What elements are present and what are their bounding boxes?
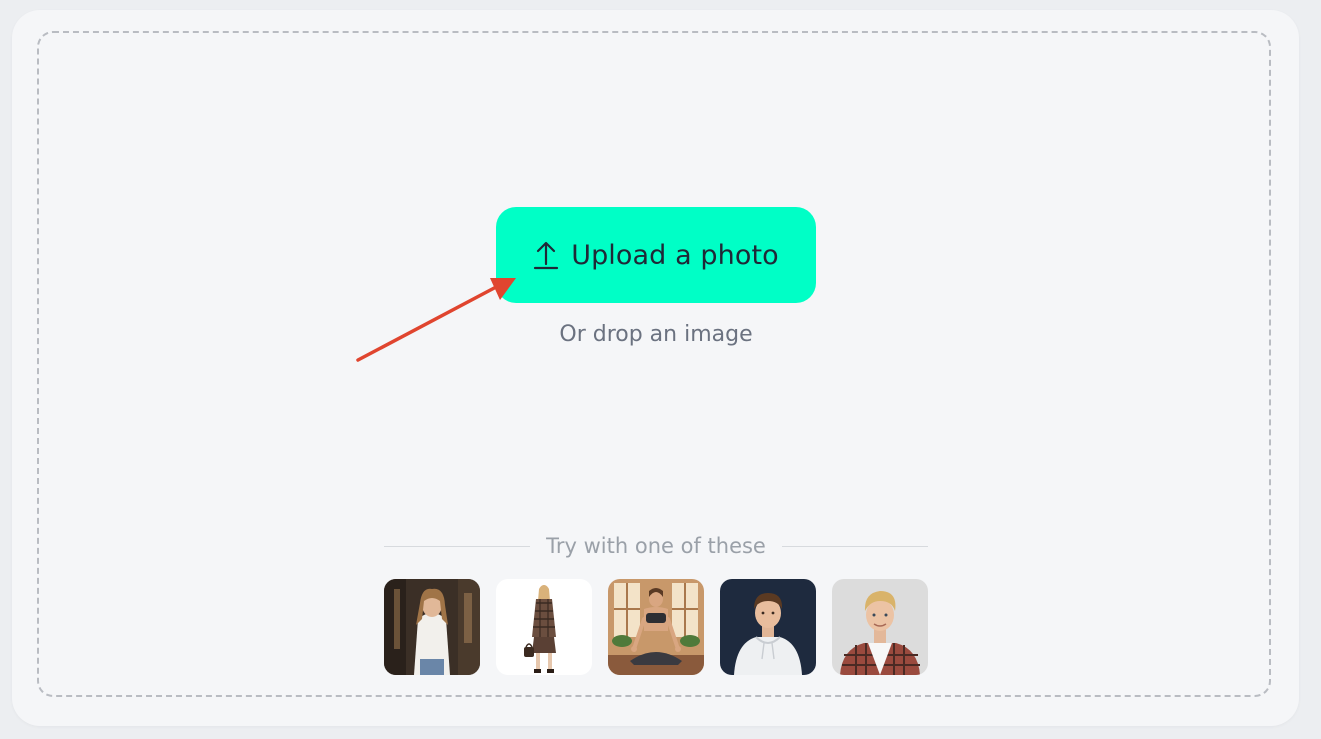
upload-arrow-icon [534, 241, 559, 270]
sample-thumb-5[interactable] [832, 579, 928, 675]
sample-divider: Try with one of these [384, 530, 929, 562]
upload-button-label: Upload a photo [571, 239, 779, 271]
annotation-arrow-icon [356, 278, 516, 362]
sample-thumb-1[interactable] [384, 579, 480, 675]
sample-heading: Try with one of these [546, 534, 766, 558]
sample-thumb-3[interactable] [608, 579, 704, 675]
upload-photo-button[interactable]: Upload a photo [496, 207, 816, 303]
sample-woman-plaid-suit-image [496, 579, 592, 675]
sample-thumb-4[interactable] [720, 579, 816, 675]
divider-line-right [781, 545, 929, 547]
sample-woman-yoga-image [608, 579, 704, 675]
sample-thumb-2[interactable] [496, 579, 592, 675]
sample-thumbnails [384, 579, 928, 675]
sample-man-white-hoodie-image [720, 579, 816, 675]
sample-woman-white-shirt-image [384, 579, 480, 675]
divider-line-left [384, 545, 531, 547]
sample-man-flannel-shirt-image [832, 579, 928, 675]
